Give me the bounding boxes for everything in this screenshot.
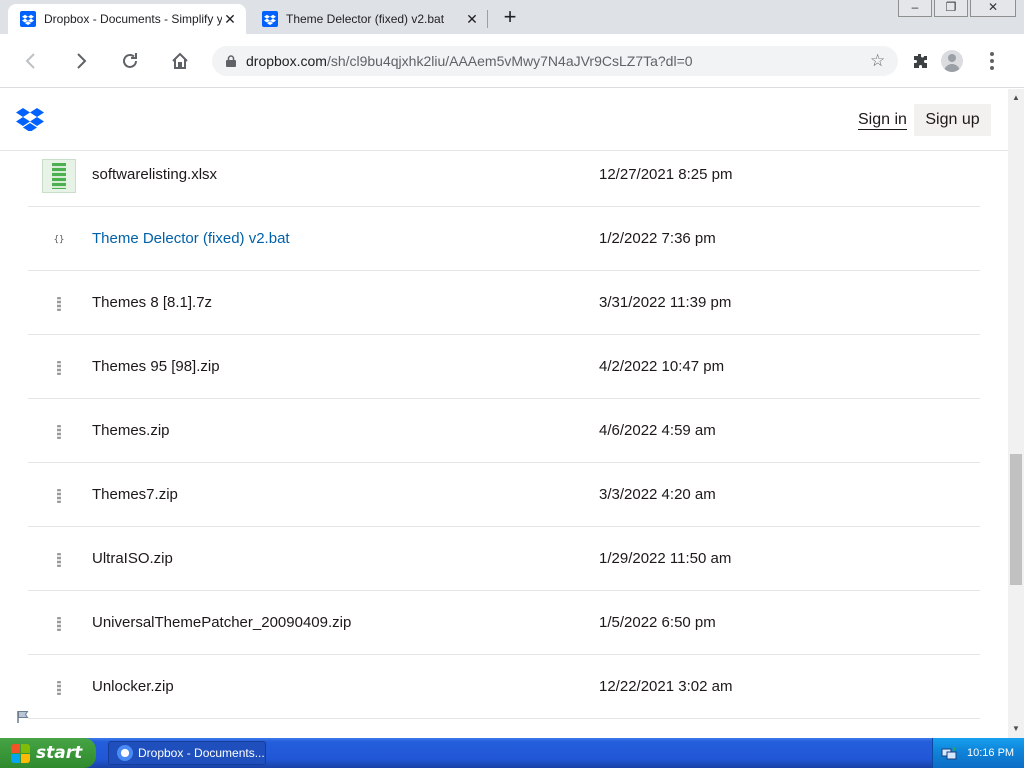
back-button[interactable] bbox=[17, 47, 45, 75]
tab-title: Theme Delector (fixed) v2.bat bbox=[286, 12, 445, 26]
file-row[interactable]: Unlocker.zip 12/22/2021 3:02 am bbox=[28, 655, 980, 719]
home-button[interactable] bbox=[166, 47, 194, 75]
profile-icon bbox=[941, 50, 963, 72]
sign-in-link[interactable]: Sign in bbox=[858, 111, 907, 130]
file-date: 1/29/2022 11:50 am bbox=[599, 550, 732, 567]
lock-icon bbox=[224, 54, 238, 68]
file-date: 3/31/2022 11:39 pm bbox=[599, 294, 732, 311]
window-close-button[interactable]: ✕ bbox=[970, 0, 1016, 17]
zip-icon bbox=[42, 287, 76, 321]
file-row[interactable]: Themes7.zip 3/3/2022 4:20 am bbox=[28, 463, 980, 527]
page-scrollbar[interactable]: ▲ ▼ bbox=[1008, 89, 1024, 738]
code-icon: {} bbox=[53, 235, 65, 245]
menu-button[interactable] bbox=[978, 47, 1006, 75]
tab-strip: Dropbox - Documents - Simplify your ✕ Th… bbox=[0, 0, 1024, 34]
file-row[interactable]: UltraISO.zip 1/29/2022 11:50 am bbox=[28, 527, 980, 591]
scroll-down-icon[interactable]: ▼ bbox=[1008, 722, 1024, 736]
file-date: 12/22/2021 3:02 am bbox=[599, 678, 733, 695]
scrollbar-thumb[interactable] bbox=[1010, 454, 1022, 585]
site-header: Sign in Sign up bbox=[0, 89, 1008, 151]
file-date: 3/3/2022 4:20 am bbox=[599, 486, 716, 503]
clock: 10:16 PM bbox=[967, 747, 1015, 759]
system-tray: 10:16 PM bbox=[932, 738, 1024, 768]
start-button[interactable]: start bbox=[0, 738, 96, 768]
address-bar[interactable]: dropbox.com/sh/cl9bu4qjxhk2liu/AAAem5vMw… bbox=[212, 46, 898, 76]
file-name[interactable]: Unlocker.zip bbox=[92, 678, 174, 695]
zip-icon bbox=[42, 415, 76, 449]
page-viewport: softwarelisting.xlsx 12/27/2021 8:25 pm … bbox=[0, 89, 1008, 738]
start-label: start bbox=[36, 743, 83, 763]
tab-dropbox-documents[interactable]: Dropbox - Documents - Simplify your ✕ bbox=[8, 4, 246, 34]
tab-theme-delector[interactable]: Theme Delector (fixed) v2.bat ✕ bbox=[250, 4, 488, 34]
file-row[interactable]: Themes 8 [8.1].7z 3/31/2022 11:39 pm bbox=[28, 271, 980, 335]
zip-icon bbox=[42, 671, 76, 705]
forward-button[interactable] bbox=[67, 47, 95, 75]
report-flag-icon[interactable] bbox=[16, 710, 30, 724]
file-row[interactable]: softwarelisting.xlsx 12/27/2021 8:25 pm bbox=[28, 143, 980, 207]
tab-separator bbox=[487, 10, 488, 28]
file-row[interactable]: Themes.zip 4/6/2022 4:59 am bbox=[28, 399, 980, 463]
zip-icon bbox=[42, 351, 76, 385]
file-date: 4/2/2022 10:47 pm bbox=[599, 358, 725, 375]
file-name[interactable]: Themes 8 [8.1].7z bbox=[92, 294, 212, 311]
restore-button[interactable]: ❐ bbox=[934, 0, 968, 17]
tab-close-icon[interactable]: ✕ bbox=[222, 11, 238, 27]
file-name[interactable]: softwarelisting.xlsx bbox=[92, 166, 217, 183]
file-date: 1/2/2022 7:36 pm bbox=[599, 230, 716, 247]
home-icon bbox=[172, 52, 188, 69]
file-date: 1/5/2022 6:50 pm bbox=[599, 614, 716, 631]
file-date: 12/27/2021 8:25 pm bbox=[599, 166, 733, 183]
reload-button[interactable] bbox=[116, 47, 144, 75]
profile-button[interactable] bbox=[938, 47, 966, 75]
file-name[interactable]: UltraISO.zip bbox=[92, 550, 173, 567]
network-icon[interactable] bbox=[941, 745, 957, 761]
tab-title: Dropbox - Documents - Simplify your bbox=[44, 12, 222, 26]
url-host: dropbox.com bbox=[246, 53, 327, 69]
dropbox-favicon-icon bbox=[20, 11, 36, 27]
file-row[interactable]: UniversalThemePatcher_20090409.zip 1/5/2… bbox=[28, 591, 980, 655]
bookmark-star-icon[interactable]: ☆ bbox=[870, 52, 888, 70]
file-name[interactable]: UniversalThemePatcher_20090409.zip bbox=[92, 614, 351, 631]
chrome-icon bbox=[117, 745, 133, 761]
file-name[interactable]: Themes.zip bbox=[92, 422, 170, 439]
window-controls: – ❐ ✕ bbox=[896, 0, 1016, 17]
file-name[interactable]: Theme Delector (fixed) v2.bat bbox=[92, 230, 290, 247]
file-row[interactable]: Themes 95 [98].zip 4/2/2022 10:47 pm bbox=[28, 335, 980, 399]
file-list: softwarelisting.xlsx 12/27/2021 8:25 pm … bbox=[28, 143, 980, 719]
back-icon bbox=[25, 53, 35, 69]
sign-up-button[interactable]: Sign up bbox=[914, 104, 991, 136]
reload-icon bbox=[123, 53, 137, 68]
dropbox-favicon-icon bbox=[262, 11, 278, 27]
extensions-button[interactable] bbox=[906, 47, 934, 75]
browser-toolbar: dropbox.com/sh/cl9bu4qjxhk2liu/AAAem5vMw… bbox=[0, 34, 1024, 88]
minimize-button[interactable]: – bbox=[898, 0, 932, 17]
windows-logo-icon bbox=[10, 743, 30, 763]
scroll-up-icon[interactable]: ▲ bbox=[1008, 91, 1024, 105]
url-path: /sh/cl9bu4qjxhk2liu/AAAem5vMwy7N4aJVr9Cs… bbox=[326, 53, 693, 69]
forward-icon bbox=[77, 53, 87, 69]
windows-taskbar: start Dropbox - Documents... 10:16 PM bbox=[0, 738, 1024, 768]
zip-icon bbox=[42, 479, 76, 513]
extensions-icon bbox=[914, 54, 927, 68]
file-name[interactable]: Themes7.zip bbox=[92, 486, 178, 503]
file-date: 4/6/2022 4:59 am bbox=[599, 422, 716, 439]
spreadsheet-icon bbox=[42, 159, 76, 193]
taskbar-chrome-window[interactable]: Dropbox - Documents... bbox=[108, 741, 266, 765]
zip-icon bbox=[42, 607, 76, 641]
dropbox-logo-icon[interactable] bbox=[16, 107, 44, 131]
tab-close-icon[interactable]: ✕ bbox=[464, 11, 480, 27]
new-tab-button[interactable]: + bbox=[498, 6, 522, 30]
menu-icon bbox=[990, 52, 994, 70]
file-name[interactable]: Themes 95 [98].zip bbox=[92, 358, 220, 375]
file-row[interactable]: {} Theme Delector (fixed) v2.bat 1/2/202… bbox=[28, 207, 980, 271]
task-label: Dropbox - Documents... bbox=[138, 746, 265, 760]
zip-icon bbox=[42, 543, 76, 577]
